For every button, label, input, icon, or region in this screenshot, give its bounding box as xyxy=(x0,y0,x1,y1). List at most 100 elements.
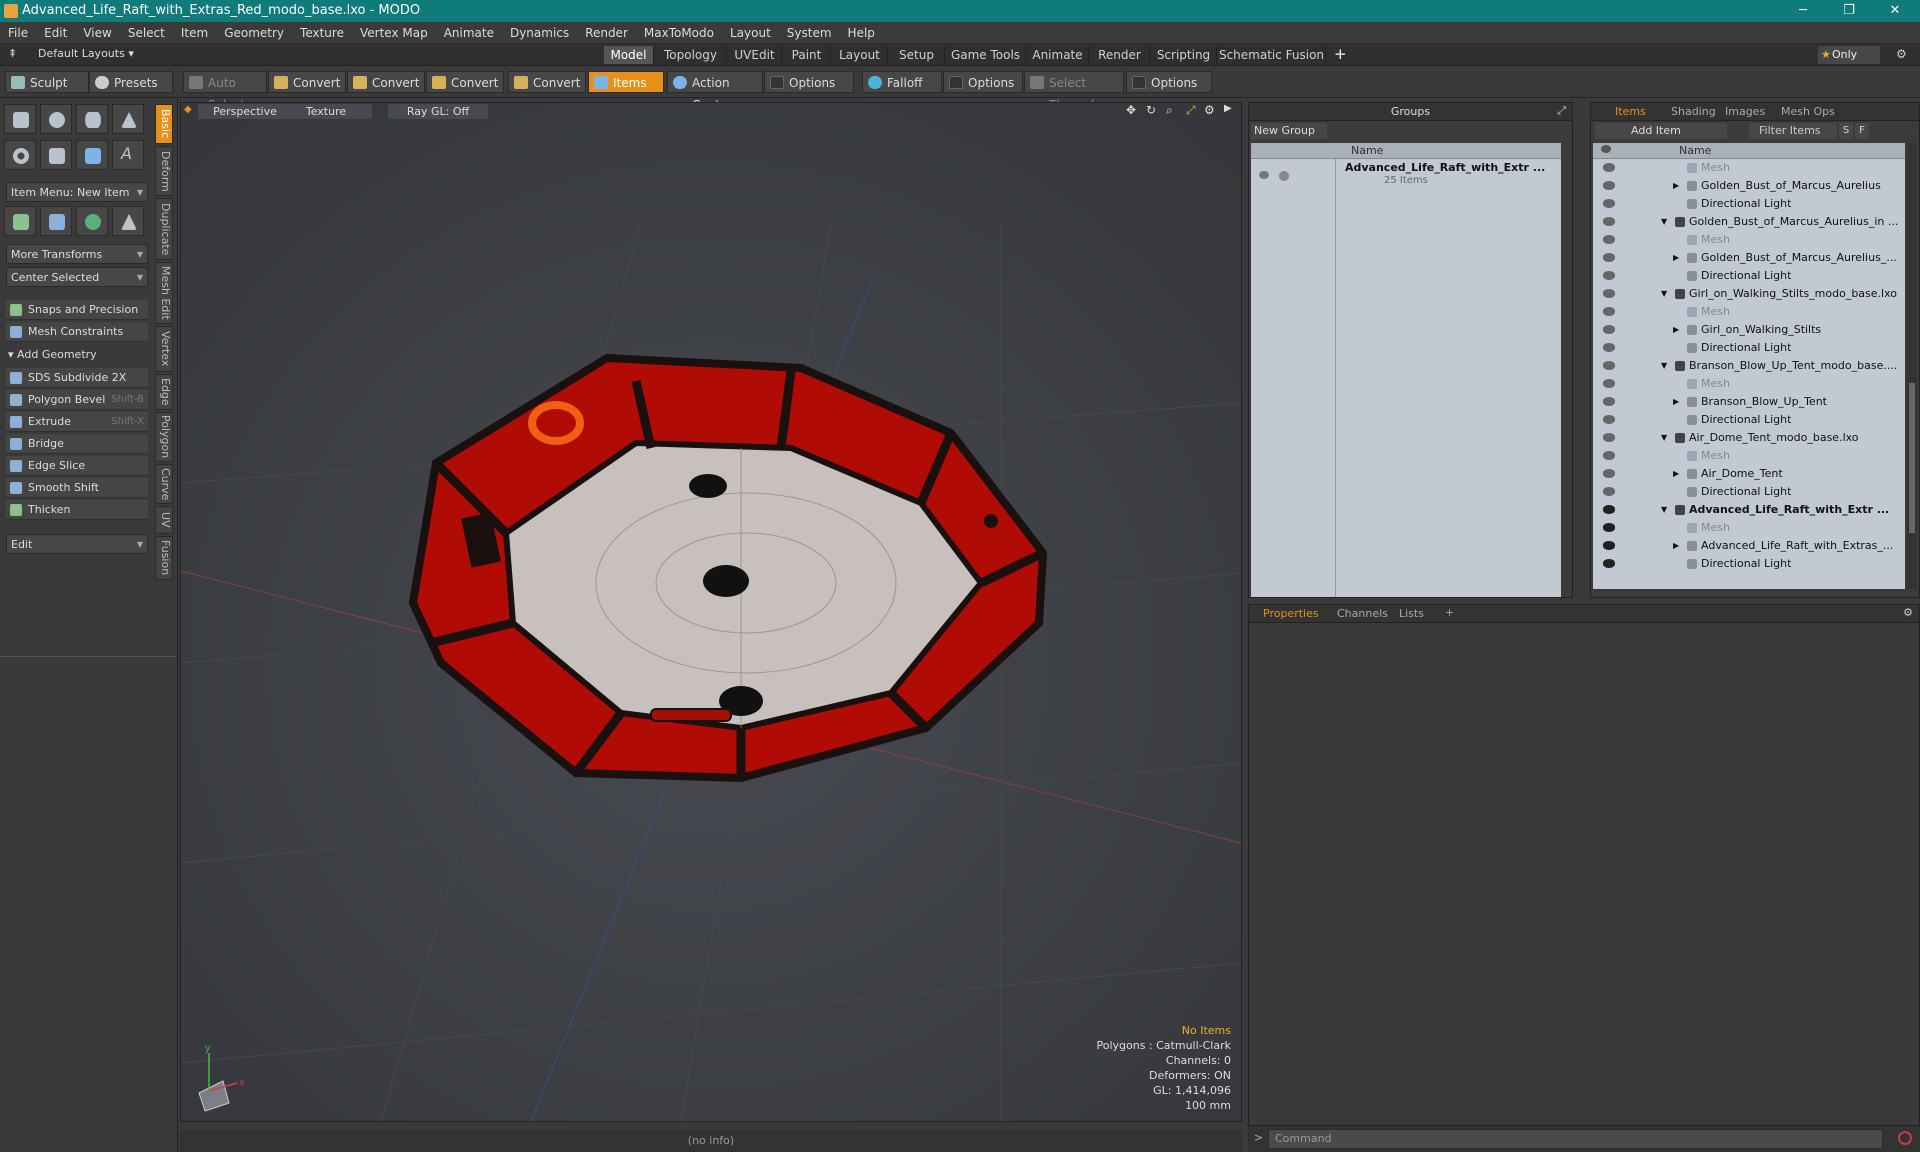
side-tab-fusion[interactable]: Fusion xyxy=(155,536,173,580)
side-tab-edge[interactable]: Edge xyxy=(155,374,173,410)
item-row[interactable]: Directional Light xyxy=(1593,483,1905,501)
eye-icon[interactable] xyxy=(1603,379,1615,388)
falloff-options-button[interactable]: Options xyxy=(943,71,1023,93)
capsule-tool-button[interactable] xyxy=(40,140,72,170)
text-tool-button[interactable]: A xyxy=(112,140,144,170)
sds-subdivide-button[interactable]: SDS Subdivide 2X xyxy=(6,368,148,388)
eye-icon[interactable] xyxy=(1603,361,1615,370)
extrude-button[interactable]: Extrude Shift-X xyxy=(6,412,148,432)
items-scrollbar[interactable] xyxy=(1907,143,1917,589)
menu-select[interactable]: Select xyxy=(120,22,173,44)
eye-icon[interactable] xyxy=(1603,199,1615,208)
expand-arrow-icon[interactable]: ▼ xyxy=(1661,357,1667,375)
item-row[interactable]: Directional Light xyxy=(1593,267,1905,285)
item-menu-dropdown[interactable]: Item Menu: New Item xyxy=(6,182,148,203)
side-tab-deform[interactable]: Deform xyxy=(155,146,173,196)
convert-edge-button[interactable]: Convert xyxy=(347,71,425,93)
properties-settings-icon[interactable]: ⚙ xyxy=(1903,606,1913,619)
menu-maxtomodo[interactable]: MaxToModo xyxy=(636,22,722,44)
menu-texture[interactable]: Texture xyxy=(292,22,352,44)
torus-tool-button[interactable] xyxy=(4,140,36,170)
minimize-button[interactable]: ─ xyxy=(1780,0,1826,22)
name-column[interactable]: Name xyxy=(1679,144,1711,157)
mesh-constraints-button[interactable]: Mesh Constraints xyxy=(6,322,148,342)
eye-icon[interactable] xyxy=(1603,523,1615,532)
tab-shading[interactable]: Shading xyxy=(1671,105,1716,118)
pen-tool-button[interactable] xyxy=(76,140,108,170)
tab-render[interactable]: Render xyxy=(1090,46,1150,64)
tab-animate[interactable]: Animate xyxy=(1027,46,1089,64)
close-button[interactable]: ✕ xyxy=(1872,0,1918,22)
item-row[interactable]: Mesh xyxy=(1593,519,1905,537)
expand-panel-icon[interactable]: ⤢ xyxy=(1557,104,1566,118)
only-toggle[interactable]: ★ Only xyxy=(1818,46,1880,64)
item-row[interactable]: ▼ Air_Dome_Tent_modo_base.lxo xyxy=(1593,429,1905,447)
tab-uvedit[interactable]: UVEdit xyxy=(728,46,782,64)
bridge-button[interactable]: Bridge xyxy=(6,434,148,454)
eye-icon[interactable] xyxy=(1603,397,1615,406)
scrollbar-thumb[interactable] xyxy=(1909,383,1915,533)
pyramid-tool-button[interactable] xyxy=(112,206,144,236)
menu-animate[interactable]: Animate xyxy=(436,22,502,44)
convert-vertex-button[interactable]: Convert xyxy=(268,71,346,93)
menu-system[interactable]: System xyxy=(779,22,840,44)
tab-lists[interactable]: Lists xyxy=(1399,607,1424,620)
eye-icon[interactable] xyxy=(1603,559,1615,568)
side-tab-vertex[interactable]: Vertex xyxy=(155,326,173,372)
tab-paint[interactable]: Paint xyxy=(783,46,831,64)
menu-dynamics[interactable]: Dynamics xyxy=(502,22,577,44)
expand-arrow-icon[interactable]: ▼ xyxy=(1661,285,1667,303)
eye-icon[interactable] xyxy=(1603,181,1615,190)
eye-icon[interactable] xyxy=(1603,343,1615,352)
tab-game-tools[interactable]: Game Tools xyxy=(946,46,1026,64)
snaps-precision-button[interactable]: Snaps and Precision xyxy=(6,300,148,320)
tab-properties[interactable]: Properties xyxy=(1263,607,1319,620)
transform-tool-button[interactable] xyxy=(4,206,36,236)
eye-icon[interactable] xyxy=(1603,217,1615,226)
grid-tool-button[interactable] xyxy=(40,206,72,236)
stop-icon[interactable] xyxy=(1898,1131,1912,1145)
lock-icon[interactable] xyxy=(1279,171,1289,181)
item-row[interactable]: Mesh xyxy=(1593,447,1905,465)
menu-edit[interactable]: Edit xyxy=(36,22,75,44)
filter-f-button[interactable]: F xyxy=(1855,123,1869,139)
item-row[interactable]: Mesh xyxy=(1593,303,1905,321)
item-row[interactable]: Directional Light xyxy=(1593,339,1905,357)
item-row[interactable]: Mesh xyxy=(1593,159,1905,177)
side-tab-mesh-edit[interactable]: Mesh Edit xyxy=(155,262,173,324)
gear-icon[interactable]: ⚙ xyxy=(1896,47,1907,61)
menu-layout[interactable]: Layout xyxy=(722,22,779,44)
side-tab-uv[interactable]: UV xyxy=(155,506,173,534)
item-row[interactable]: ▶ Golden_Bust_of_Marcus_Aurelius xyxy=(1593,177,1905,195)
item-row[interactable]: ▼ Girl_on_Walking_Stilts_modo_base.lxo xyxy=(1593,285,1905,303)
expand-arrow-icon[interactable]: ▼ xyxy=(1661,501,1667,519)
move-view-icon[interactable]: ✥ xyxy=(1126,103,1136,117)
presets-button[interactable]: Presets F6 xyxy=(89,71,173,112)
expand-arrow-icon[interactable]: ▶ xyxy=(1673,321,1679,339)
side-tab-duplicate[interactable]: Duplicate xyxy=(155,198,173,260)
raygl-toggle[interactable]: Ray GL: Off xyxy=(388,104,488,119)
tab-scripting[interactable]: Scripting xyxy=(1151,46,1217,64)
name-column[interactable]: Name xyxy=(1351,144,1383,157)
eye-icon[interactable] xyxy=(1603,433,1615,442)
edge-slice-button[interactable]: Edge Slice xyxy=(6,456,148,476)
expand-arrow-icon[interactable]: ▼ xyxy=(1661,429,1667,447)
expand-arrow-icon[interactable]: ▶ xyxy=(1673,177,1679,195)
fit-view-icon[interactable]: ⤢ xyxy=(1186,103,1196,118)
expand-arrow-icon[interactable]: ▶ xyxy=(1673,465,1679,483)
polygon-bevel-button[interactable]: Polygon Bevel Shift-B xyxy=(6,390,148,410)
eye-icon[interactable] xyxy=(1603,487,1615,496)
menu-render[interactable]: Render xyxy=(577,22,636,44)
menu-file[interactable]: File xyxy=(0,22,36,44)
tab-topology[interactable]: Topology xyxy=(655,46,727,64)
group-entry[interactable]: Advanced_Life_Raft_with_Extr ... 25 Item… xyxy=(1251,159,1561,197)
globe-tool-button[interactable] xyxy=(76,206,108,236)
eye-icon[interactable] xyxy=(1603,415,1615,424)
item-row[interactable]: ▼ Advanced_Life_Raft_with_Extr ... xyxy=(1593,501,1905,519)
side-tab-basic[interactable]: Basic xyxy=(155,104,173,144)
convert-items-button[interactable]: Convert xyxy=(508,71,586,93)
expand-arrow-icon[interactable]: ▶ xyxy=(1673,537,1679,555)
item-row[interactable]: ▶ Golden_Bust_of_Marcus_Aurelius_... xyxy=(1593,249,1905,267)
eye-icon[interactable] xyxy=(1603,235,1615,244)
tab-items[interactable]: Items xyxy=(1615,105,1646,118)
